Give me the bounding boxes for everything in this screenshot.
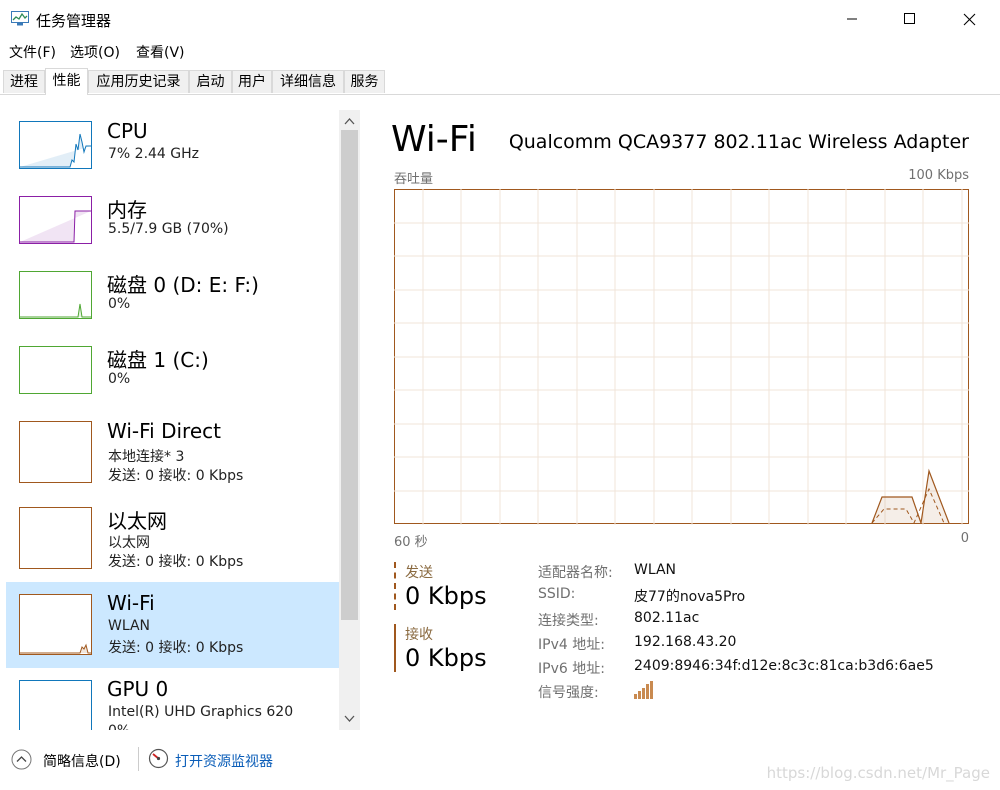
sidebar-item-title: Wi-Fi Direct [107,419,221,443]
receive-indicator [394,624,396,672]
sidebar-item-wifi[interactable]: Wi-Fi WLAN 发送: 0 接收: 0 Kbps [6,582,339,668]
tab-details[interactable]: 详细信息 [272,70,344,93]
wifi-direct-thumbnail [19,421,92,483]
disk1-thumbnail [19,346,92,394]
graph-xright: 0 [960,531,969,546]
sidebar-scrollbar[interactable] [339,110,360,730]
brief-info-button[interactable]: 简略信息(D) [43,751,121,771]
resource-list: CPU 7% 2.44 GHz 内存 5.5/7.9 GB (70%) 磁盘 0… [0,95,362,730]
tab-bar: 进程 性能 应用历史记录 启动 用户 详细信息 服务 [0,68,1000,95]
sidebar-item-title: 磁盘 1 (C:) [107,348,209,372]
graph-xleft: 60 秒 [394,535,428,550]
sidebar-item-title: 内存 [107,198,147,222]
resource-monitor-icon [148,748,169,769]
graph-ylabel: 吞吐量 [394,172,434,187]
close-button[interactable] [940,0,998,38]
sidebar-item-sub2: 发送: 0 接收: 0 Kbps [108,640,244,656]
detail-title: Wi-Fi [391,119,477,160]
tab-performance[interactable]: 性能 [45,68,88,95]
menu-options[interactable]: 选项(O) [70,42,120,62]
divider [138,747,139,771]
bottom-bar: 简略信息(D) 打开资源监视器 https://blog.csdn.net/Mr… [0,730,1000,790]
sidebar-item-title: 以太网 [107,509,167,533]
ethernet-thumbnail [19,507,92,569]
sidebar-item-title: GPU 0 [107,677,169,701]
sidebar-item-sub: 本地连接* 3 [108,449,185,465]
sidebar-item-cpu[interactable]: CPU 7% 2.44 GHz [6,110,339,196]
sidebar-item-title: 磁盘 0 (D: E: F:) [107,273,259,297]
signal-strength-icon [634,681,653,699]
sidebar-item-title: CPU [107,119,148,143]
scroll-thumb[interactable] [341,130,358,620]
menu-view[interactable]: 查看(V) [136,42,185,62]
receive-value: 0 Kbps [405,644,487,672]
sidebar-item-sub: 7% 2.44 GHz [108,146,200,162]
info-key: IPv6 地址: [538,661,605,677]
send-indicator [394,562,398,610]
open-resource-monitor-link[interactable]: 打开资源监视器 [175,751,273,771]
disk0-thumbnail [19,271,92,319]
maximize-button[interactable] [881,0,939,38]
info-value: 192.168.43.20 [634,634,737,650]
title-bar[interactable]: 任务管理器 [0,0,1000,38]
window-title: 任务管理器 [36,12,112,30]
info-value: 2409:8946:34f:d12e:8c3c:81ca:b3d6:6ae5 [634,658,934,674]
task-manager-icon [11,11,29,26]
cpu-thumbnail [19,121,92,169]
scroll-down-icon[interactable] [344,713,355,724]
adapter-name: Qualcomm QCA9377 802.11ac Wireless Adapt… [508,131,969,153]
scroll-up-icon[interactable] [344,116,355,127]
tab-processes[interactable]: 进程 [3,70,45,93]
wifi-thumbnail [19,594,92,655]
send-value: 0 Kbps [405,582,487,610]
sidebar-item-disk1[interactable]: 磁盘 1 (C:) 0% [6,335,339,421]
info-key: 连接类型: [538,613,599,629]
info-value: 皮77的nova5Pro [634,589,746,605]
memory-thumbnail [19,196,92,244]
sidebar-item-sub: 5.5/7.9 GB (70%) [108,221,229,237]
info-value: 802.11ac [634,610,700,626]
info-key: SSID: [538,586,576,602]
sidebar-item-sub: 以太网 [108,535,150,551]
minimize-button[interactable] [823,0,881,38]
throughput-graph [394,189,969,525]
sidebar-item-ethernet[interactable]: 以太网 以太网 发送: 0 接收: 0 Kbps [6,496,339,582]
tab-app-history[interactable]: 应用历史记录 [88,70,189,93]
watermark: https://blog.csdn.net/Mr_Page [766,764,990,782]
sidebar-item-title: Wi-Fi [107,591,155,615]
maximize-icon [904,13,915,24]
menu-file[interactable]: 文件(F) [9,42,56,62]
receive-label: 接收 [405,627,433,643]
sidebar-item-sub2: 0% [108,723,130,730]
graph-ymax: 100 Kbps [908,168,969,183]
sidebar-item-sub: WLAN [108,618,151,634]
tab-users[interactable]: 用户 [232,70,272,93]
tab-services[interactable]: 服务 [344,70,385,93]
info-key: 信号强度: [538,685,599,701]
sidebar-item-sub: 0% [108,371,131,387]
tab-startup[interactable]: 启动 [189,70,232,93]
sidebar-item-sub2: 发送: 0 接收: 0 Kbps [108,468,244,484]
sidebar-item-wifi-direct[interactable]: Wi-Fi Direct 本地连接* 3 发送: 0 接收: 0 Kbps [6,410,339,496]
close-icon [963,13,975,25]
sidebar-item-sub: 0% [108,296,131,312]
sidebar-item-gpu[interactable]: GPU 0 Intel(R) UHD Graphics 620 0% [6,668,339,730]
info-key: IPv4 地址: [538,637,605,653]
chevron-up-circle-icon[interactable] [11,749,32,770]
sidebar-item-sub: Intel(R) UHD Graphics 620 [108,704,294,720]
send-label: 发送 [405,565,433,581]
info-value: WLAN [634,562,677,578]
minimize-icon [847,18,857,20]
sidebar-item-sub2: 发送: 0 接收: 0 Kbps [108,554,244,570]
sidebar-item-memory[interactable]: 内存 5.5/7.9 GB (70%) [6,185,339,271]
sidebar-item-disk0[interactable]: 磁盘 0 (D: E: F:) 0% [6,260,339,346]
menu-bar: 文件(F) 选项(O) 查看(V) [0,38,1000,63]
info-key: 适配器名称: [538,565,613,581]
gpu-thumbnail [19,680,92,730]
detail-panel: Wi-Fi Qualcomm QCA9377 802.11ac Wireless… [362,95,1000,730]
